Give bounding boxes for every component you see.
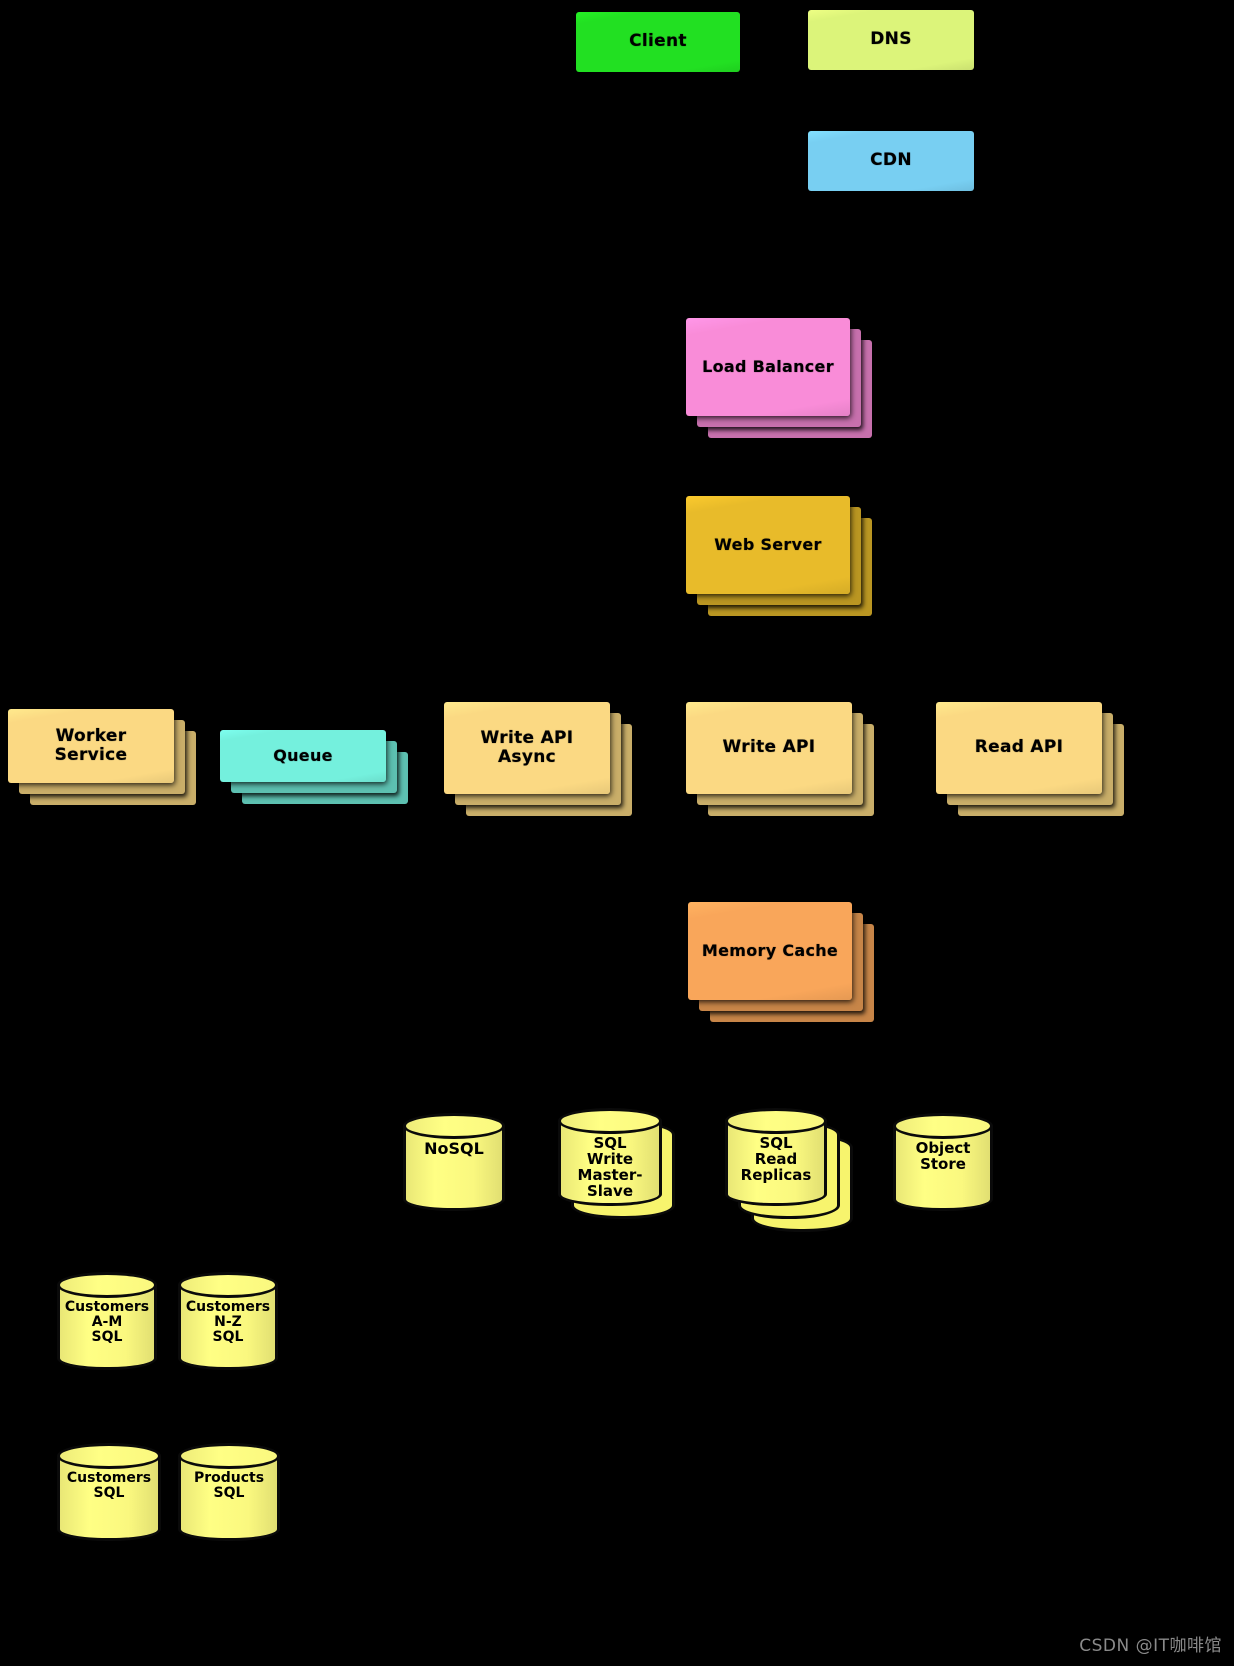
node-products-sql[interactable]: Products SQL [178,1443,280,1541]
node-memory-cache-face[interactable]: Memory Cache [688,902,852,1000]
node-read-api-label: Read API [974,737,1064,758]
node-worker-service-label: Worker Service [54,725,128,765]
node-queue-label: Queue [273,746,333,766]
node-web-server-face[interactable]: Web Server [686,496,850,594]
node-cdn[interactable]: CDN [808,131,974,191]
node-memory-cache-label: Memory Cache [701,941,839,961]
node-web-server[interactable]: Web Server [686,496,872,616]
node-customers-n-z-sql-cylinder-top [178,1272,278,1298]
node-client[interactable]: Client [576,12,740,72]
node-customers-n-z-sql[interactable]: Customers N-Z SQL [178,1272,278,1370]
node-memory-cache[interactable]: Memory Cache [688,902,874,1022]
node-read-api[interactable]: Read API [936,702,1124,816]
node-sql-write-master-slave[interactable]: SQL Write Master- Slave [558,1108,675,1219]
node-web-server-label: Web Server [714,535,822,555]
node-queue[interactable]: Queue [220,730,408,804]
node-products-sql-cylinder-top [178,1443,280,1469]
node-client-face[interactable]: Client [576,12,740,72]
node-queue-face[interactable]: Queue [220,730,386,782]
node-read-api-face[interactable]: Read API [936,702,1102,794]
node-dns[interactable]: DNS [808,10,974,70]
node-write-api-async[interactable]: Write API Async [444,702,632,816]
node-object-store-body[interactable]: Object Store [893,1113,993,1211]
node-dns-face[interactable]: DNS [808,10,974,70]
node-sql-write-master-slave-cylinder-top [558,1108,662,1134]
diagram-canvas [0,0,1234,1666]
node-object-store[interactable]: Object Store [893,1113,993,1211]
node-write-api-async-face[interactable]: Write API Async [444,702,610,794]
node-cdn-label: CDN [870,150,912,171]
node-sql-read-replicas[interactable]: SQL Read Replicas [725,1108,853,1232]
node-cdn-face[interactable]: CDN [808,131,974,191]
node-nosql[interactable]: NoSQL [403,1113,505,1211]
node-customers-sql-body[interactable]: Customers SQL [57,1443,161,1541]
node-write-api-async-label: Write API Async [480,727,574,767]
node-customers-n-z-sql-body[interactable]: Customers N-Z SQL [178,1272,278,1370]
node-client-label: Client [629,31,687,52]
node-write-api-label: Write API [722,737,816,758]
node-nosql-body[interactable]: NoSQL [403,1113,505,1211]
node-nosql-cylinder-top [403,1113,505,1139]
watermark: CSDN @IT咖啡馆 [1079,1636,1222,1656]
node-customers-sql-cylinder-top [57,1443,161,1469]
node-worker-service[interactable]: Worker Service [8,709,196,805]
node-load-balancer[interactable]: Load Balancer [686,318,872,438]
node-write-api-face[interactable]: Write API [686,702,852,794]
node-write-api[interactable]: Write API [686,702,874,816]
node-customers-a-m-sql-cylinder-top [57,1272,157,1298]
node-sql-read-replicas-body[interactable]: SQL Read Replicas [725,1108,827,1206]
node-dns-label: DNS [870,29,912,50]
node-worker-service-face[interactable]: Worker Service [8,709,174,783]
node-sql-read-replicas-cylinder-top [725,1108,827,1134]
node-load-balancer-face[interactable]: Load Balancer [686,318,850,416]
node-customers-sql[interactable]: Customers SQL [57,1443,161,1541]
node-products-sql-body[interactable]: Products SQL [178,1443,280,1541]
node-customers-a-m-sql-body[interactable]: Customers A-M SQL [57,1272,157,1370]
node-sql-write-master-slave-body[interactable]: SQL Write Master- Slave [558,1108,662,1206]
node-load-balancer-label: Load Balancer [702,357,834,377]
node-object-store-cylinder-top [893,1113,993,1139]
node-customers-a-m-sql[interactable]: Customers A-M SQL [57,1272,157,1370]
